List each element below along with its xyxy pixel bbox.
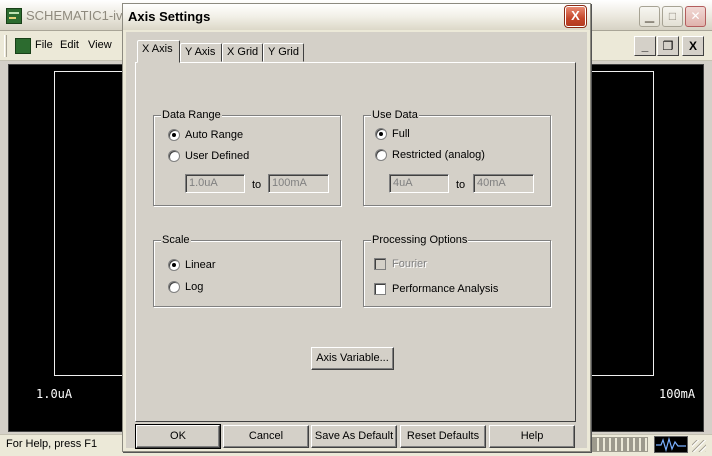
app-minimize-button[interactable]: ▁ bbox=[639, 6, 660, 27]
close-icon: ✕ bbox=[690, 9, 701, 23]
child-minimize-button[interactable]: _ bbox=[634, 36, 656, 56]
menu-view[interactable]: View bbox=[88, 39, 112, 51]
save-as-default-button[interactable]: Save As Default bbox=[311, 425, 397, 448]
cancel-button[interactable]: Cancel bbox=[223, 425, 309, 448]
tab-y-grid[interactable]: Y Grid bbox=[263, 43, 304, 62]
minimize-icon: ▁ bbox=[644, 9, 655, 23]
close-icon: X bbox=[571, 8, 580, 23]
app-title: SCHEMATIC1-iv bbox=[26, 8, 123, 23]
tab-x-axis[interactable]: X Axis bbox=[137, 40, 180, 63]
dialog-close-button[interactable]: X bbox=[564, 5, 587, 28]
use-data-label: Use Data bbox=[371, 109, 419, 121]
full-radio[interactable] bbox=[375, 128, 387, 140]
log-radio[interactable] bbox=[168, 281, 180, 293]
performance-analysis-label[interactable]: Performance Analysis bbox=[392, 283, 498, 295]
status-progress bbox=[592, 437, 648, 452]
performance-analysis-checkbox[interactable] bbox=[374, 283, 386, 295]
ok-button[interactable]: OK bbox=[135, 424, 221, 449]
scale-label: Scale bbox=[161, 234, 191, 246]
dialog-title: Axis Settings bbox=[128, 9, 211, 24]
toolbar-grip[interactable] bbox=[4, 35, 7, 57]
use-data-to-label: to bbox=[456, 179, 466, 191]
maximize-icon: □ bbox=[668, 9, 677, 23]
full-label[interactable]: Full bbox=[392, 128, 410, 140]
document-icon[interactable] bbox=[15, 38, 31, 54]
child-close-button[interactable]: X bbox=[682, 36, 704, 56]
app-maximize-button[interactable]: □ bbox=[662, 6, 683, 27]
scale-group bbox=[153, 240, 341, 307]
help-button[interactable]: Help bbox=[489, 425, 575, 448]
app-close-button[interactable]: ✕ bbox=[685, 6, 706, 27]
tab-x-grid[interactable]: X Grid bbox=[222, 43, 263, 62]
use-data-from-field[interactable]: 4uA bbox=[389, 174, 449, 193]
data-range-from-field[interactable]: 1.0uA bbox=[185, 174, 245, 193]
fourier-checkbox[interactable] bbox=[374, 258, 386, 270]
tab-y-axis[interactable]: Y Axis bbox=[180, 43, 222, 62]
x-axis-max-label: 100mA bbox=[659, 387, 696, 401]
status-text: For Help, press F1 bbox=[6, 438, 98, 450]
data-range-label: Data Range bbox=[161, 109, 222, 121]
data-range-to-label: to bbox=[252, 179, 262, 191]
app-icon[interactable] bbox=[6, 8, 22, 24]
auto-range-label[interactable]: Auto Range bbox=[185, 129, 243, 141]
user-defined-radio[interactable] bbox=[168, 150, 180, 162]
resize-grip[interactable] bbox=[692, 440, 706, 452]
restricted-label[interactable]: Restricted (analog) bbox=[392, 149, 485, 161]
linear-radio[interactable] bbox=[168, 259, 180, 271]
reset-defaults-button[interactable]: Reset Defaults bbox=[400, 425, 486, 448]
menu-file[interactable]: File bbox=[35, 39, 53, 51]
processing-options-label: Processing Options bbox=[371, 234, 469, 246]
linear-label[interactable]: Linear bbox=[185, 259, 216, 271]
restricted-radio[interactable] bbox=[375, 149, 387, 161]
menu-edit[interactable]: Edit bbox=[60, 39, 79, 51]
data-range-to-field[interactable]: 100mA bbox=[268, 174, 329, 193]
child-restore-button[interactable]: ❐ bbox=[657, 36, 679, 56]
user-defined-label[interactable]: User Defined bbox=[185, 150, 249, 162]
log-label[interactable]: Log bbox=[185, 281, 203, 293]
processing-options-group bbox=[363, 240, 551, 307]
waveform-icon bbox=[654, 436, 688, 453]
fourier-label: Fourier bbox=[392, 258, 427, 270]
use-data-to-field[interactable]: 40mA bbox=[473, 174, 534, 193]
x-axis-min-label: 1.0uA bbox=[36, 387, 73, 401]
axis-variable-button[interactable]: Axis Variable... bbox=[311, 347, 394, 370]
auto-range-radio[interactable] bbox=[168, 129, 180, 141]
